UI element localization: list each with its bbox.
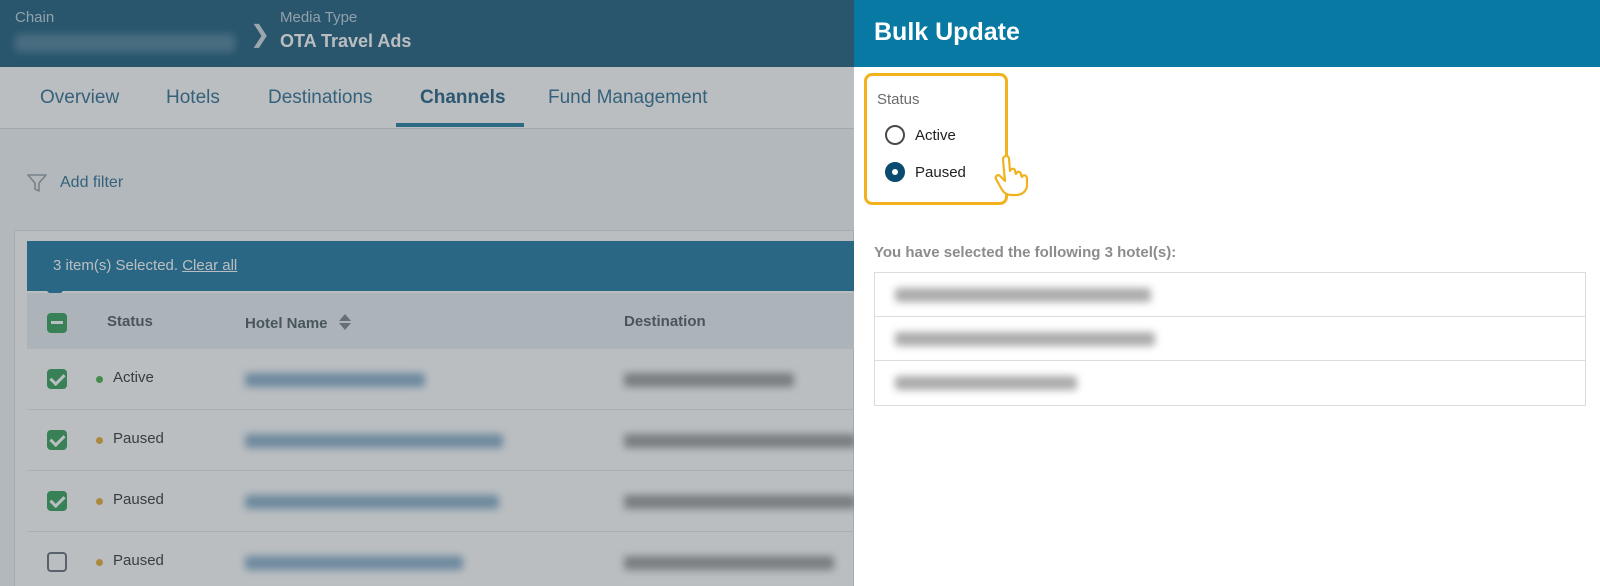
hotel-name-redacted <box>895 332 1155 346</box>
selected-hotels-title: You have selected the following 3 hotel(… <box>874 244 1177 261</box>
hand-pointer-icon <box>994 154 1029 197</box>
bulk-update-panel: Bulk Update Status Active Paused You hav… <box>854 0 1600 586</box>
modal-overlay[interactable] <box>0 0 854 586</box>
hotel-name-redacted <box>895 288 1151 302</box>
status-option-paused[interactable]: Paused <box>885 162 966 182</box>
status-option-active[interactable]: Active <box>885 125 956 145</box>
panel-title: Bulk Update <box>854 0 1600 67</box>
status-label: Status <box>877 91 920 108</box>
radio-paused[interactable] <box>885 162 905 182</box>
hotel-name-redacted <box>895 376 1077 390</box>
list-item <box>875 273 1585 317</box>
selected-hotels-list <box>874 272 1586 406</box>
status-option-active-label: Active <box>915 126 956 144</box>
status-radio-group: Status Active Paused <box>864 73 1008 205</box>
list-item <box>875 361 1585 405</box>
status-option-paused-label: Paused <box>915 163 966 181</box>
list-item <box>875 317 1585 361</box>
radio-active[interactable] <box>885 125 905 145</box>
